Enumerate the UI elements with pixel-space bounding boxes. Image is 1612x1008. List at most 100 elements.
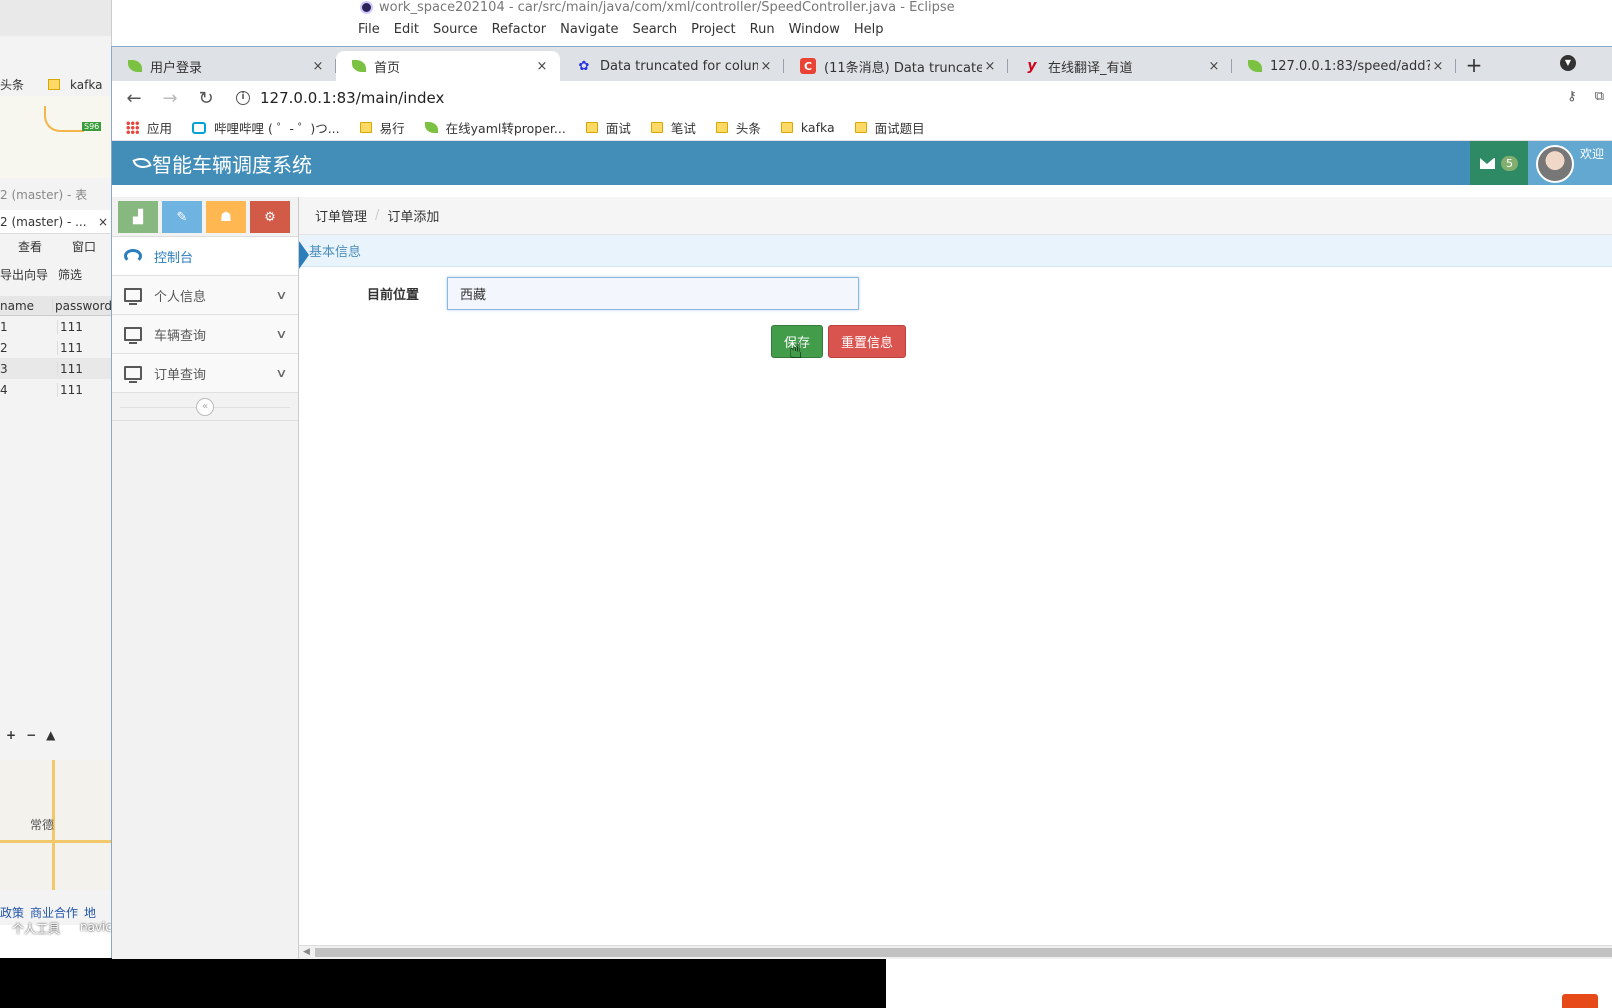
- address-bar[interactable]: i 127.0.0.1:83/main/index: [236, 89, 444, 107]
- bookmark-yixing[interactable]: 易行: [359, 118, 405, 137]
- close-icon[interactable]: ×: [982, 59, 998, 74]
- table-cell: 111: [60, 382, 83, 397]
- close-icon[interactable]: ×: [534, 59, 550, 74]
- info-icon[interactable]: i: [236, 91, 250, 105]
- location-input[interactable]: [447, 277, 859, 310]
- new-tab-button[interactable]: +: [1456, 51, 1492, 81]
- eclipse-menu-navigate[interactable]: Navigate: [560, 22, 618, 37]
- close-icon[interactable]: ×: [1206, 59, 1222, 74]
- tab-home[interactable]: 首页 ×: [336, 51, 560, 81]
- table-row[interactable]: 2 111: [0, 337, 111, 358]
- export-wizard-button[interactable]: 导出向导: [0, 266, 48, 283]
- eclipse-menu-source[interactable]: Source: [433, 22, 478, 37]
- collapse-sidebar-icon[interactable]: «: [196, 397, 214, 416]
- eclipse-menu-run[interactable]: Run: [750, 22, 775, 37]
- bookmark-apps[interactable]: 应用: [126, 118, 172, 137]
- tab-speed-add[interactable]: 127.0.0.1:83/speed/add?no ×: [1232, 51, 1456, 81]
- leaf-icon: [132, 154, 152, 172]
- eclipse-menu-help[interactable]: Help: [854, 22, 884, 37]
- background-tab[interactable]: 2 (master) - ... ×: [0, 210, 111, 234]
- messages-button[interactable]: 5: [1470, 141, 1528, 185]
- close-icon[interactable]: ×: [310, 59, 326, 74]
- background-links: 政策 商业合作 地: [0, 904, 96, 921]
- sidebar-item-personal-info[interactable]: 个人信息 ∨: [112, 276, 298, 315]
- scroll-left-icon[interactable]: ◀: [303, 947, 310, 957]
- tab-search-icon[interactable]: ▼: [1560, 55, 1576, 71]
- eclipse-menu-edit[interactable]: Edit: [394, 22, 419, 37]
- tab-label: 在线翻译_有道: [1048, 60, 1133, 76]
- key-icon[interactable]: ⚷: [1567, 89, 1577, 104]
- sidebar-item-dashboard[interactable]: 控制台: [112, 237, 309, 276]
- background-table: name password 1 111 2 111 3 111 4 111: [0, 296, 111, 400]
- address-bar-url[interactable]: 127.0.0.1:83/main/index: [260, 89, 444, 107]
- bookmark-label: 笔试: [670, 121, 696, 136]
- table-cell: 3: [0, 361, 58, 376]
- bookmark-written-test[interactable]: 笔试: [650, 118, 696, 137]
- bookmark-interview[interactable]: 面试: [585, 118, 631, 137]
- table-cell: 111: [60, 340, 83, 355]
- up-icon[interactable]: ▲: [46, 728, 55, 742]
- close-icon[interactable]: ×: [758, 59, 774, 74]
- eclipse-menu-file[interactable]: File: [358, 22, 380, 37]
- reset-button[interactable]: 重置信息: [828, 325, 907, 358]
- eclipse-menu-window[interactable]: Window: [789, 22, 840, 37]
- tab-csdn[interactable]: C (11条消息) Data truncated fo ×: [784, 51, 1008, 81]
- eclipse-menu-refactor[interactable]: Refactor: [492, 22, 547, 37]
- sidebar-item-vehicle-query[interactable]: 车辆查询 ∨: [112, 315, 298, 354]
- bg-bookmark-kafka[interactable]: kafka: [70, 78, 102, 92]
- horizontal-scrollbar[interactable]: ◀: [299, 945, 1612, 959]
- cogs-icon[interactable]: ⚙: [250, 201, 290, 233]
- app-body: ▟ ✎ ☗ ⚙ 控制台 个人信息 ∨ 车辆查询 ∨ 订单查询 ∨ « 订单管理 …: [112, 197, 1612, 959]
- back-arrow-icon[interactable]: ←: [124, 88, 144, 109]
- close-icon[interactable]: ×: [1430, 59, 1446, 74]
- column-header-name[interactable]: name: [0, 298, 54, 313]
- table-row[interactable]: 3 111: [0, 358, 111, 379]
- bookmark-bilibili[interactable]: 哔哩哔哩 ( ゜- ゜)つ...: [192, 118, 340, 137]
- bg-menu-view[interactable]: 查看: [18, 238, 42, 255]
- link-policy[interactable]: 政策: [0, 904, 24, 921]
- tab-baidu-search[interactable]: ✿ Data truncated for column ×: [560, 51, 784, 81]
- table-row[interactable]: 4 111: [0, 379, 111, 400]
- desktop-icon: [124, 288, 142, 305]
- tab-user-login[interactable]: 用户登录 ×: [112, 51, 336, 81]
- welcome-text: 欢迎: [1580, 147, 1605, 161]
- signal-icon[interactable]: ▟: [118, 201, 158, 233]
- bg-menu-window[interactable]: 窗口: [72, 238, 96, 255]
- user-menu[interactable]: 欢迎: [1528, 141, 1612, 185]
- background-tab-label: 2 (master) - ...: [0, 214, 87, 229]
- scrollbar-thumb[interactable]: [315, 948, 1612, 957]
- link-business[interactable]: 商业合作: [30, 904, 78, 921]
- forward-arrow-icon[interactable]: →: [160, 88, 180, 109]
- pencil-icon[interactable]: ✎: [162, 201, 202, 233]
- tab-label: 用户登录: [150, 60, 203, 76]
- translate-icon[interactable]: ⧉: [1595, 89, 1604, 104]
- sidebar-item-order-query[interactable]: 订单查询 ∨: [112, 354, 298, 393]
- close-icon[interactable]: ×: [98, 215, 108, 229]
- delete-record-icon[interactable]: −: [26, 728, 36, 742]
- location-label: 目前位置: [366, 288, 419, 303]
- filter-button[interactable]: 筛选: [58, 266, 82, 283]
- tab-youdao[interactable]: y 在线翻译_有道 ×: [1008, 51, 1232, 81]
- bg-bookmark-toutiao[interactable]: 头条: [0, 76, 24, 93]
- add-record-icon[interactable]: +: [6, 728, 16, 742]
- bookmark-label: 应用: [147, 121, 173, 136]
- app-brand[interactable]: 智能车辆调度系统: [112, 149, 312, 178]
- eclipse-menu-search[interactable]: Search: [632, 22, 677, 37]
- reload-icon[interactable]: ↻: [196, 88, 216, 109]
- eclipse-menu-project[interactable]: Project: [691, 22, 735, 37]
- csdn-icon: C: [800, 58, 816, 74]
- link-more[interactable]: 地: [84, 904, 96, 921]
- desktop-icon-personal-tools[interactable]: 个人工具: [12, 920, 60, 937]
- breadcrumb-order-management[interactable]: 订单管理: [315, 206, 367, 225]
- bookmark-yaml[interactable]: 在线yaml转proper...: [424, 118, 566, 137]
- navbar-right: 5 欢迎: [1470, 141, 1612, 185]
- table-row[interactable]: 1 111: [0, 316, 111, 337]
- baidu-paw-icon: ✿: [578, 58, 590, 74]
- column-header-password[interactable]: password: [53, 299, 111, 313]
- sidebar: ▟ ✎ ☗ ⚙ 控制台 个人信息 ∨ 车辆查询 ∨ 订单查询 ∨ «: [112, 197, 309, 959]
- users-icon[interactable]: ☗: [206, 201, 246, 233]
- bookmark-kafka[interactable]: kafka: [780, 120, 835, 135]
- bookmark-label: 在线yaml转proper...: [445, 121, 566, 136]
- bookmark-toutiao[interactable]: 头条: [715, 118, 761, 137]
- bookmark-interview-questions[interactable]: 面试题目: [854, 118, 925, 137]
